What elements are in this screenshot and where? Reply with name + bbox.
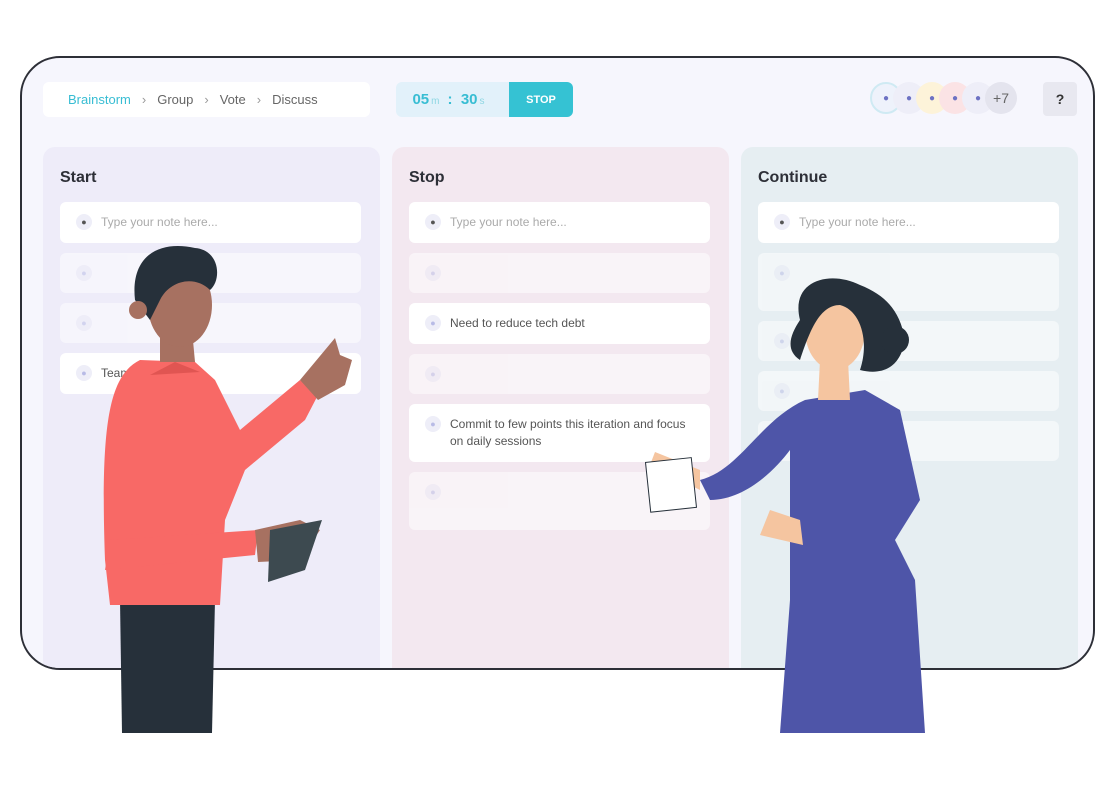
- people-illustration: [103, 245, 925, 733]
- man-illustration: [103, 245, 352, 733]
- woman-illustration: [644, 278, 925, 733]
